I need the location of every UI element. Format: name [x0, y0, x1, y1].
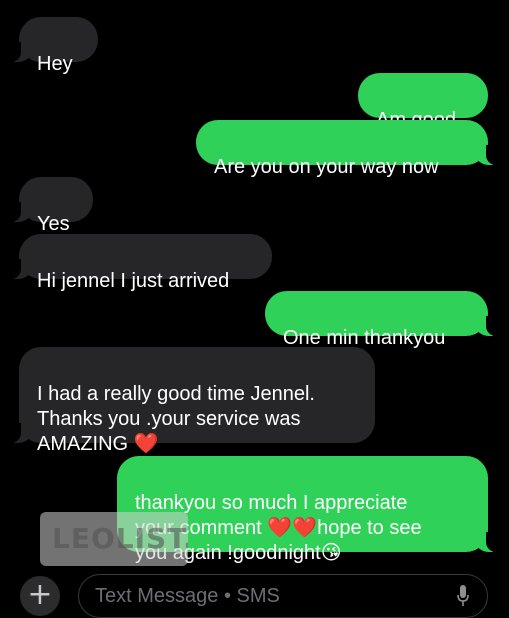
- message-input[interactable]: Text Message • SMS: [78, 574, 488, 618]
- watermark-text: LEOLIST.cc: [52, 522, 188, 555]
- message-input-placeholder: Text Message • SMS: [95, 585, 280, 607]
- message-thread: Hey Am good Are you on your way now Yes …: [0, 0, 509, 600]
- message-bubble-incoming[interactable]: I had a really good time Jennel. Thanks …: [7, 347, 375, 455]
- microphone-icon[interactable]: [457, 585, 469, 607]
- message-bubble-outgoing[interactable]: Am good: [358, 73, 488, 131]
- kiss-emoji-icon: 😘: [320, 542, 342, 564]
- message-line: hope to see: [317, 517, 422, 539]
- hearts-emoji-icon: ❤️❤️: [267, 517, 318, 539]
- message-bubble-outgoing[interactable]: Are you on your way now: [196, 120, 500, 178]
- message-bubble-incoming[interactable]: Hi jennel I just arrived: [7, 234, 272, 292]
- watermark-logo: LEOLIST.cc: [40, 512, 188, 566]
- message-line: thankyou so much I appreciate: [135, 492, 408, 514]
- message-bubble-incoming[interactable]: Hey: [7, 17, 98, 75]
- message-text-body: I had a really good time Jennel. Thanks …: [37, 383, 315, 455]
- plus-icon: +: [27, 577, 53, 612]
- message-composer: + Text Message • SMS: [0, 566, 509, 618]
- heart-emoji-icon: ❤️: [133, 433, 159, 455]
- message-text: Hi jennel I just arrived: [37, 270, 230, 292]
- message-bubble-outgoing[interactable]: One min thankyou: [265, 291, 500, 349]
- add-attachment-button[interactable]: +: [20, 576, 60, 616]
- message-text: I had a really good time Jennel. Thanks …: [37, 382, 357, 457]
- message-text: Hey: [37, 53, 73, 75]
- message-text: Are you on your way now: [214, 156, 439, 178]
- message-bubble-incoming[interactable]: Yes: [7, 177, 93, 235]
